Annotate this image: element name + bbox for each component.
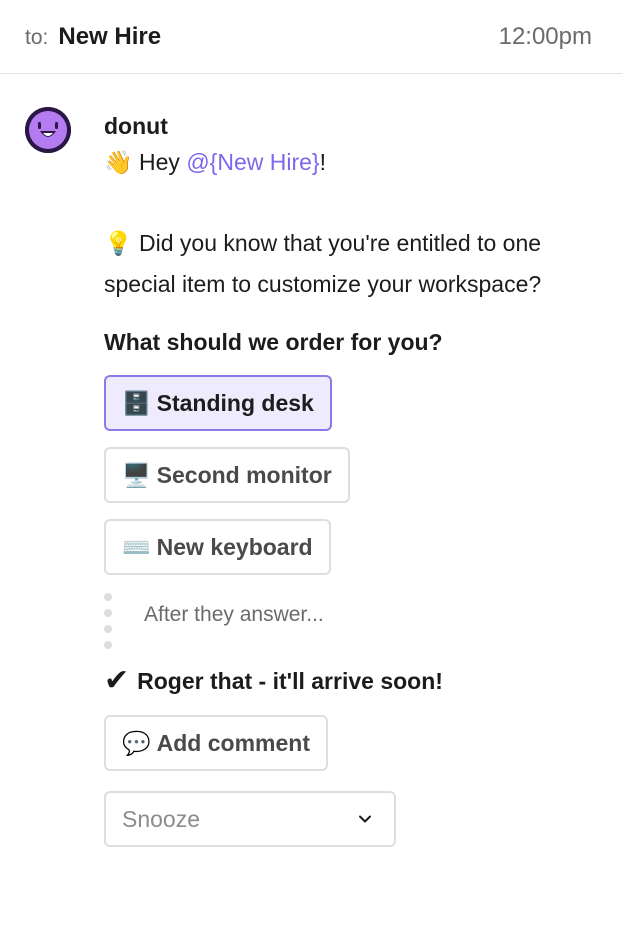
wave-icon: 👋 bbox=[104, 150, 133, 176]
question-title: What should we order for you? bbox=[104, 329, 443, 355]
file-cabinet-icon: 🗄️ bbox=[122, 390, 151, 417]
option-label: Standing desk bbox=[156, 389, 314, 416]
snooze-select[interactable]: Snooze bbox=[104, 791, 396, 847]
confirmation-line: ✔ Roger that - it'll arrive soon! bbox=[104, 665, 604, 697]
speech-bubble-icon: 💬 bbox=[122, 730, 151, 757]
option-label: New keyboard bbox=[156, 533, 313, 560]
message-body: donut 👋 Hey @{New Hire}! 💡 Did you know … bbox=[104, 110, 604, 847]
keyboard-icon: ⌨️ bbox=[122, 534, 151, 561]
recipient: to: New Hire bbox=[25, 23, 161, 51]
after-answer-text: After they answer... bbox=[144, 603, 324, 626]
donut-avatar bbox=[25, 107, 71, 153]
option-second-monitor-button[interactable]: 🖥️ Second monitor bbox=[104, 447, 350, 503]
add-comment-button[interactable]: 💬 Add comment bbox=[104, 715, 328, 771]
confirmation-text: Roger that - it'll arrive soon! bbox=[137, 668, 443, 694]
mention[interactable]: @{New Hire} bbox=[186, 149, 319, 175]
option-label: Second monitor bbox=[156, 461, 332, 488]
option-standing-desk-button[interactable]: 🗄️ Standing desk bbox=[104, 375, 332, 431]
tip-text: 💡 Did you know that you're entitled to o… bbox=[104, 223, 604, 304]
add-comment-label: Add comment bbox=[156, 729, 310, 756]
after-answer-divider: After they answer... bbox=[104, 589, 604, 659]
snooze-placeholder: Snooze bbox=[122, 805, 201, 832]
lightbulb-icon: 💡 bbox=[104, 231, 133, 257]
recipient-name: New Hire bbox=[58, 22, 162, 50]
dotted-connector bbox=[104, 593, 112, 657]
monitor-icon: 🖥️ bbox=[122, 462, 151, 489]
sender-name: donut bbox=[104, 113, 168, 139]
option-new-keyboard-button[interactable]: ⌨️ New keyboard bbox=[104, 519, 331, 575]
greeting-suffix: ! bbox=[319, 149, 327, 175]
tip-body: Did you know that you're entitled to one… bbox=[104, 230, 542, 297]
to-label: to: bbox=[25, 25, 49, 49]
checkmark-icon: ✔ bbox=[104, 664, 130, 697]
message-header: to: New Hire 12:00pm bbox=[0, 0, 622, 74]
greeting-text: Hey bbox=[139, 149, 187, 175]
donut-face-icon bbox=[25, 107, 71, 153]
send-time: 12:00pm bbox=[498, 22, 592, 50]
greeting-line: 👋 Hey @{New Hire}! bbox=[104, 142, 604, 183]
chevron-down-icon bbox=[359, 815, 371, 823]
